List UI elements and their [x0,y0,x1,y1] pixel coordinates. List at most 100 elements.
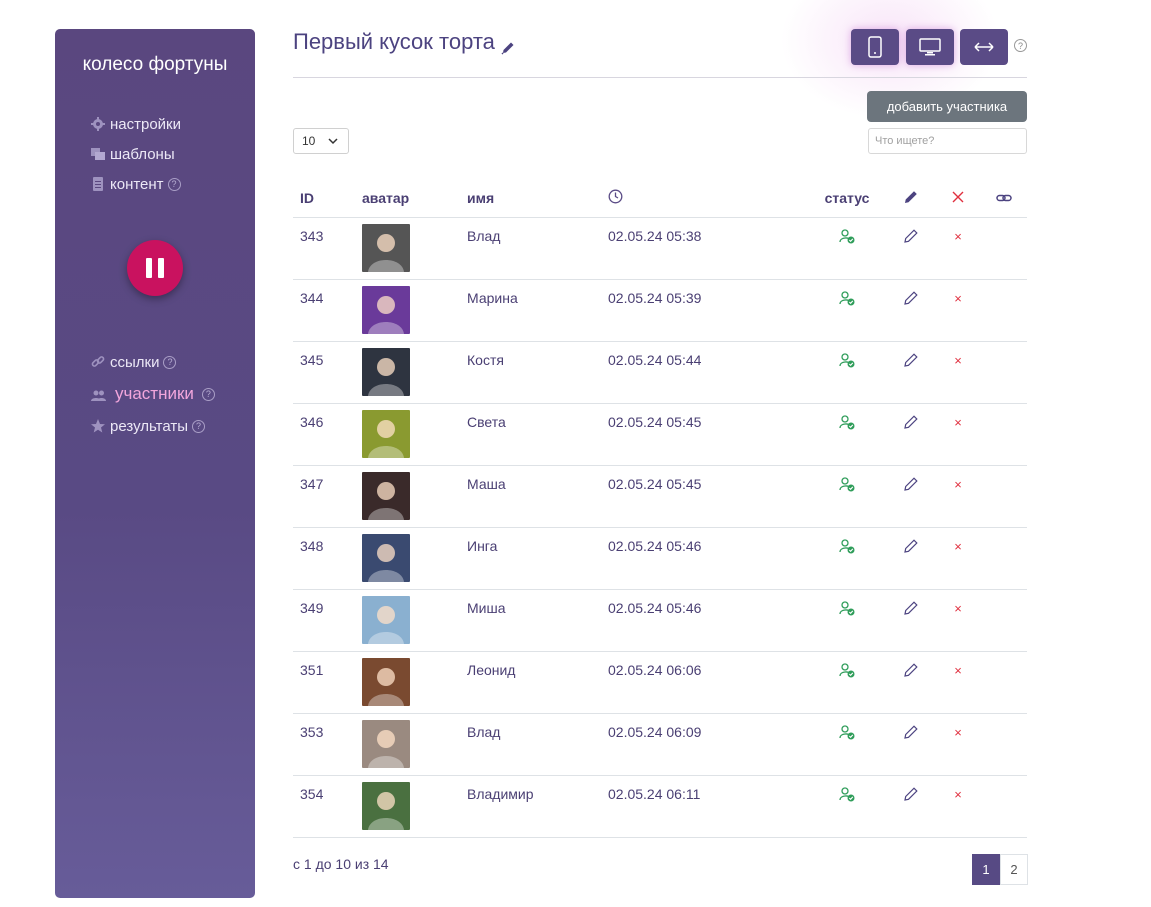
edit-title-icon[interactable] [501,35,515,55]
desktop-view-button[interactable] [906,29,954,65]
delete-icon[interactable]: × [954,415,962,430]
table-row: 343 Влад 02.05.24 05:38 × [293,217,1027,280]
sidebar-item-links[interactable]: ссылки ? [91,347,215,377]
table-body: 343 Влад 02.05.24 05:38 × 344 Марина 02.05.24 … [293,217,1027,838]
avatar [362,285,410,334]
avatar [362,533,410,582]
column-header-edit[interactable] [887,180,935,218]
table-header-row: ID аватар имя статус [293,180,1027,218]
sidebar-item-label: контент [110,175,164,193]
status-cell [807,217,887,280]
wide-view-button[interactable] [960,29,1008,65]
users-icon [91,387,106,401]
edit-icon[interactable] [903,414,919,430]
avatar-cell [355,403,460,466]
row-time: 02.05.24 06:09 [601,713,807,776]
column-header-avatar[interactable]: аватар [355,180,460,218]
sidebar-nav-bottom: ссылки ? участники ? результаты ? [91,347,215,441]
column-header-status[interactable]: статус [807,180,887,218]
status-cell [807,341,887,404]
sidebar-item-label: ссылки [110,353,160,371]
delete-icon[interactable]: × [954,539,962,554]
user-check-icon[interactable] [839,538,855,554]
user-check-icon[interactable] [839,228,855,244]
row-name: Влад [460,713,601,776]
search-input[interactable] [868,128,1027,154]
user-check-icon[interactable] [839,476,855,492]
delete-icon[interactable]: × [954,291,962,306]
row-id: 346 [293,403,355,466]
user-check-icon[interactable] [839,600,855,616]
user-check-icon[interactable] [839,414,855,430]
app-title: колесо фортуны [82,54,228,75]
avatar-cell [355,341,460,404]
delete-icon[interactable]: × [954,787,962,802]
edit-icon[interactable] [903,476,919,492]
avatar [362,781,410,830]
column-header-name[interactable]: имя [460,180,601,218]
page-title-text: Первый кусок торта [293,29,495,54]
column-header-delete[interactable] [935,180,981,218]
edit-icon[interactable] [903,786,919,802]
help-icon[interactable]: ? [201,387,215,401]
link-icon [996,195,1012,202]
user-check-icon[interactable] [839,662,855,678]
table-row: 345 Костя 02.05.24 05:44 × [293,341,1027,404]
sidebar-item-content[interactable]: контент ? [91,169,181,199]
edit-cell [887,465,935,528]
page-length-select[interactable]: 10 [293,128,349,154]
user-check-icon[interactable] [839,786,855,802]
edit-icon[interactable] [903,352,919,368]
delete-cell: × [935,713,981,776]
delete-icon[interactable]: × [954,229,962,244]
sidebar-item-settings[interactable]: настройки [91,109,181,139]
link-cell [981,403,1027,466]
column-header-id[interactable]: ID [293,180,355,218]
user-check-icon[interactable] [839,724,855,740]
help-icon[interactable]: ? [192,419,205,433]
edit-icon[interactable] [903,290,919,306]
row-id: 353 [293,713,355,776]
delete-icon[interactable]: × [954,353,962,368]
delete-icon[interactable]: × [954,601,962,616]
edit-icon[interactable] [903,538,919,554]
column-header-time[interactable] [601,180,807,218]
row-time: 02.05.24 05:44 [601,341,807,404]
user-check-icon[interactable] [839,352,855,368]
monitor-icon [919,38,941,56]
table-row: 347 Маша 02.05.24 05:45 × [293,465,1027,528]
edit-icon[interactable] [903,228,919,244]
delete-icon[interactable]: × [954,477,962,492]
pause-button[interactable] [127,240,183,296]
status-cell [807,713,887,776]
mobile-view-button[interactable] [851,29,899,65]
user-check-icon[interactable] [839,290,855,306]
arrows-horizontal-icon [974,42,994,52]
delete-icon[interactable]: × [954,725,962,740]
pause-icon [146,258,152,278]
row-name: Влад [460,217,601,280]
edit-icon[interactable] [903,662,919,678]
page-length-value: 10 [302,134,316,148]
page-button-2[interactable]: 2 [1000,854,1028,885]
phone-icon [868,36,882,58]
avatar [362,409,410,458]
edit-cell [887,775,935,838]
page-button-1[interactable]: 1 [972,854,1000,885]
add-participant-button[interactable]: добавить участника [867,91,1027,122]
help-icon[interactable]: ? [167,177,181,191]
edit-icon[interactable] [903,600,919,616]
sidebar-item-label: результаты [110,417,188,435]
sidebar-item-participants[interactable]: участники ? [91,377,215,411]
delete-icon[interactable]: × [954,663,962,678]
sidebar-item-templates[interactable]: шаблоны [91,139,181,169]
table-row: 346 Света 02.05.24 05:45 × [293,403,1027,466]
help-icon[interactable]: ? [1014,39,1027,52]
row-name: Инга [460,527,601,590]
column-header-link[interactable] [981,180,1027,218]
delete-cell: × [935,527,981,590]
help-icon[interactable]: ? [163,355,177,369]
row-id: 351 [293,651,355,714]
sidebar-item-results[interactable]: результаты ? [91,411,215,441]
edit-icon[interactable] [903,724,919,740]
